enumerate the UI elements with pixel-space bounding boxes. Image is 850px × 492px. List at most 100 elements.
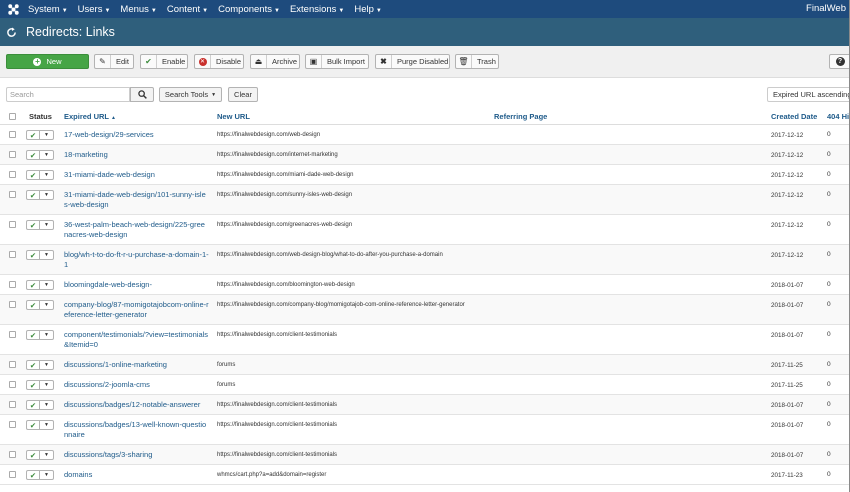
published-check-icon[interactable]: ✔	[26, 450, 40, 460]
row-checkbox[interactable]	[9, 331, 16, 338]
help-button[interactable]: ?	[829, 54, 850, 69]
clear-button[interactable]: Clear	[228, 87, 258, 102]
new-button[interactable]: + New	[6, 54, 89, 69]
published-check-icon[interactable]: ✔	[26, 190, 40, 200]
check-icon: ✔	[141, 55, 157, 68]
expired-url-link[interactable]: 31-miami-dade-web-design	[64, 170, 209, 180]
row-checkbox[interactable]	[9, 301, 16, 308]
search-button[interactable]	[130, 87, 154, 102]
status-dropdown-icon[interactable]: ▼	[40, 300, 54, 310]
select-all-checkbox[interactable]	[9, 113, 16, 120]
site-name-link[interactable]: FinalWeb	[806, 3, 846, 14]
status-dropdown-icon[interactable]: ▼	[40, 470, 54, 480]
published-check-icon[interactable]: ✔	[26, 420, 40, 430]
row-checkbox[interactable]	[9, 131, 16, 138]
row-checkbox[interactable]	[9, 361, 16, 368]
row-checkbox[interactable]	[9, 151, 16, 158]
ordering-select[interactable]: Expired URL ascending	[767, 87, 850, 102]
status-dropdown-icon[interactable]: ▼	[40, 250, 54, 260]
header-new-url[interactable]: New URL	[217, 112, 250, 121]
published-check-icon[interactable]: ✔	[26, 170, 40, 180]
menu-extensions[interactable]: Extensions ▼	[290, 4, 352, 15]
status-dropdown-icon[interactable]: ▼	[40, 170, 54, 180]
joomla-logo-icon[interactable]	[0, 0, 26, 18]
expired-url-link[interactable]: discussions/1-online-marketing	[64, 360, 209, 370]
expired-url-link[interactable]: blog/wh-t-to-do-ft-r-u-purchase-a-domain…	[64, 250, 209, 270]
search-tools-button[interactable]: Search Tools ▼	[159, 87, 222, 102]
caret-down-icon: ▼	[338, 7, 345, 14]
status-dropdown-icon[interactable]: ▼	[40, 450, 54, 460]
status-toggle: ✔ ▼	[26, 400, 54, 410]
published-check-icon[interactable]: ✔	[26, 130, 40, 140]
row-checkbox[interactable]	[9, 451, 16, 458]
edit-button[interactable]: ✎ Edit	[94, 54, 134, 69]
disable-button[interactable]: ✕ Disable	[194, 54, 244, 69]
row-checkbox[interactable]	[9, 381, 16, 388]
row-checkbox[interactable]	[9, 471, 16, 478]
row-checkbox[interactable]	[9, 221, 16, 228]
menu-content[interactable]: Content ▼	[167, 4, 216, 15]
status-dropdown-icon[interactable]: ▼	[40, 280, 54, 290]
expired-url-link[interactable]: discussions/2-joomla-cms	[64, 380, 209, 390]
expired-url-link[interactable]: 31-miami-dade-web-design/101-sunny-isles…	[64, 190, 209, 210]
expired-url-link[interactable]: domains	[64, 470, 209, 480]
published-check-icon[interactable]: ✔	[26, 220, 40, 230]
published-check-icon[interactable]: ✔	[26, 360, 40, 370]
header-created-date[interactable]: Created Date	[771, 112, 817, 121]
caret-down-icon: ▼	[273, 7, 280, 14]
expired-url-link[interactable]: discussions/badges/13-well-known-questio…	[64, 420, 209, 440]
expired-url-link[interactable]: 17-web-design/29-services	[64, 130, 209, 140]
header-expired-url[interactable]: Expired URL ▲	[64, 112, 116, 121]
expired-url-link[interactable]: component/testimonials/?view=testimonial…	[64, 330, 209, 350]
table-row: ✔ ▼ domains whmcs/cart.php?a=add&domain=reg…	[0, 465, 850, 485]
published-check-icon[interactable]: ✔	[26, 380, 40, 390]
expired-url-link[interactable]: 36-west-palm-beach-web-design/225-greena…	[64, 220, 209, 240]
published-check-icon[interactable]: ✔	[26, 250, 40, 260]
menu-components[interactable]: Components ▼	[218, 4, 288, 15]
purge-disabled-button[interactable]: ✖ Purge Disabled	[375, 54, 450, 69]
archive-button[interactable]: ⏏ Archive	[250, 54, 300, 69]
status-dropdown-icon[interactable]: ▼	[40, 190, 54, 200]
status-dropdown-icon[interactable]: ▼	[40, 150, 54, 160]
row-checkbox[interactable]	[9, 401, 16, 408]
created-date-text: 2017-11-23	[771, 472, 803, 479]
expired-url-link[interactable]: company-blog/87-momigotajobcom-online-re…	[64, 300, 209, 320]
status-dropdown-icon[interactable]: ▼	[40, 360, 54, 370]
header-status[interactable]: Status	[29, 112, 52, 121]
published-check-icon[interactable]: ✔	[26, 150, 40, 160]
published-check-icon[interactable]: ✔	[26, 280, 40, 290]
status-dropdown-icon[interactable]: ▼	[40, 380, 54, 390]
row-checkbox[interactable]	[9, 251, 16, 258]
header-referring-page[interactable]: Referring Page	[494, 112, 547, 121]
status-dropdown-icon[interactable]: ▼	[40, 220, 54, 230]
expired-url-link[interactable]: 18-marketing	[64, 150, 209, 160]
menu-users[interactable]: Users ▼	[78, 4, 119, 15]
menu-menus[interactable]: Menus ▼	[120, 4, 164, 15]
bulk-import-button[interactable]: ▣ Bulk Import	[305, 54, 369, 69]
menu-help[interactable]: Help ▼	[354, 4, 390, 15]
expired-url-link[interactable]: bloomingdale-web-design-	[64, 280, 209, 290]
expired-url-link[interactable]: discussions/tags/3-sharing	[64, 450, 209, 460]
row-checkbox[interactable]	[9, 281, 16, 288]
menu-system[interactable]: System ▼	[28, 4, 76, 15]
row-checkbox[interactable]	[9, 421, 16, 428]
expired-url-link[interactable]: discussions/badges/12-notable-answerer	[64, 400, 209, 410]
trash-button[interactable]: 🗑 Trash	[455, 54, 499, 69]
new-url-text: https://finalwebdesign.com/internet-mark…	[217, 152, 338, 158]
published-check-icon[interactable]: ✔	[26, 400, 40, 410]
published-check-icon[interactable]: ✔	[26, 330, 40, 340]
published-check-icon[interactable]: ✔	[26, 300, 40, 310]
row-checkbox[interactable]	[9, 171, 16, 178]
status-dropdown-icon[interactable]: ▼	[40, 130, 54, 140]
row-checkbox[interactable]	[9, 191, 16, 198]
header-hits[interactable]: 404 Hi	[827, 112, 849, 121]
status-toggle: ✔ ▼	[26, 170, 54, 180]
status-dropdown-icon[interactable]: ▼	[40, 330, 54, 340]
enable-button[interactable]: ✔ Enable	[140, 54, 188, 69]
status-dropdown-icon[interactable]: ▼	[40, 420, 54, 430]
published-check-icon[interactable]: ✔	[26, 470, 40, 480]
status-dropdown-icon[interactable]: ▼	[40, 400, 54, 410]
sort-asc-icon: ▲	[111, 115, 116, 121]
created-date-text: 2017-11-25	[771, 362, 803, 369]
search-input[interactable]	[6, 87, 130, 102]
